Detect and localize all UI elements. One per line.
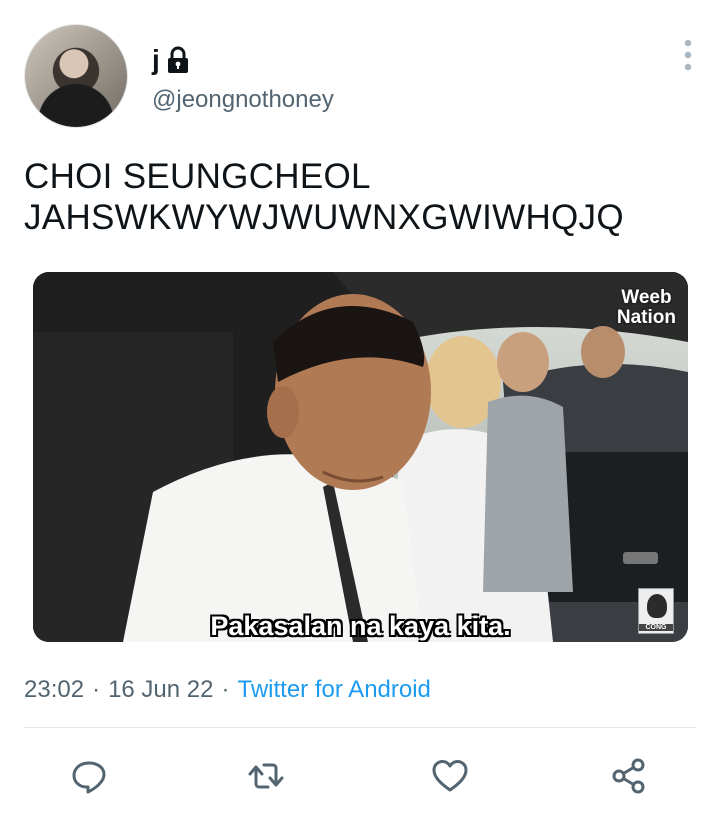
share-icon bbox=[612, 758, 645, 794]
media-watermark: Weeb Nation bbox=[617, 288, 676, 328]
name-row: j bbox=[152, 44, 190, 76]
meta-separator: · bbox=[221, 676, 230, 703]
reply-icon bbox=[72, 761, 106, 794]
tweet-text-line: JAHSWKWYWJWUWNXGWIWHQJQ bbox=[24, 198, 624, 237]
reply-button[interactable] bbox=[66, 753, 112, 799]
media-illustration bbox=[33, 272, 688, 642]
display-name[interactable]: j bbox=[152, 44, 160, 76]
tweet-time[interactable]: 23:02 bbox=[24, 676, 84, 703]
tweet-text: CHOI SEUNGCHEOL JAHSWKWYWJWUWNXGWIWHQJQ bbox=[24, 156, 696, 238]
tweet-source-link[interactable]: Twitter for Android bbox=[237, 676, 430, 703]
more-options-icon[interactable] bbox=[680, 38, 696, 72]
tweet-meta: 23:02 · 16 Jun 22 · Twitter for Android bbox=[24, 676, 431, 704]
watermark-line: Weeb bbox=[621, 287, 672, 308]
retweet-icon bbox=[248, 763, 284, 789]
tweet-text-line: CHOI SEUNGCHEOL bbox=[24, 157, 371, 196]
tweet-media-image[interactable]: Weeb Nation CONG Pakasalan na kaya kita. bbox=[33, 272, 688, 642]
avatar[interactable] bbox=[24, 24, 128, 128]
lock-icon bbox=[166, 46, 190, 74]
like-button[interactable] bbox=[427, 753, 473, 799]
retweet-button[interactable] bbox=[243, 753, 289, 799]
media-subtitle: Pakasalan na kaya kita. bbox=[210, 611, 511, 641]
watermark-line: Nation bbox=[616, 307, 676, 328]
tweet-date[interactable]: 16 Jun 22 bbox=[108, 676, 213, 703]
meta-separator: · bbox=[92, 676, 101, 703]
heart-icon bbox=[432, 760, 468, 792]
user-handle[interactable]: @jeongnothoney bbox=[152, 86, 334, 114]
tweet-header: j @jeongnothoney bbox=[24, 24, 696, 132]
tweet-actions bbox=[0, 753, 720, 799]
divider bbox=[24, 727, 696, 728]
share-button[interactable] bbox=[606, 753, 652, 799]
